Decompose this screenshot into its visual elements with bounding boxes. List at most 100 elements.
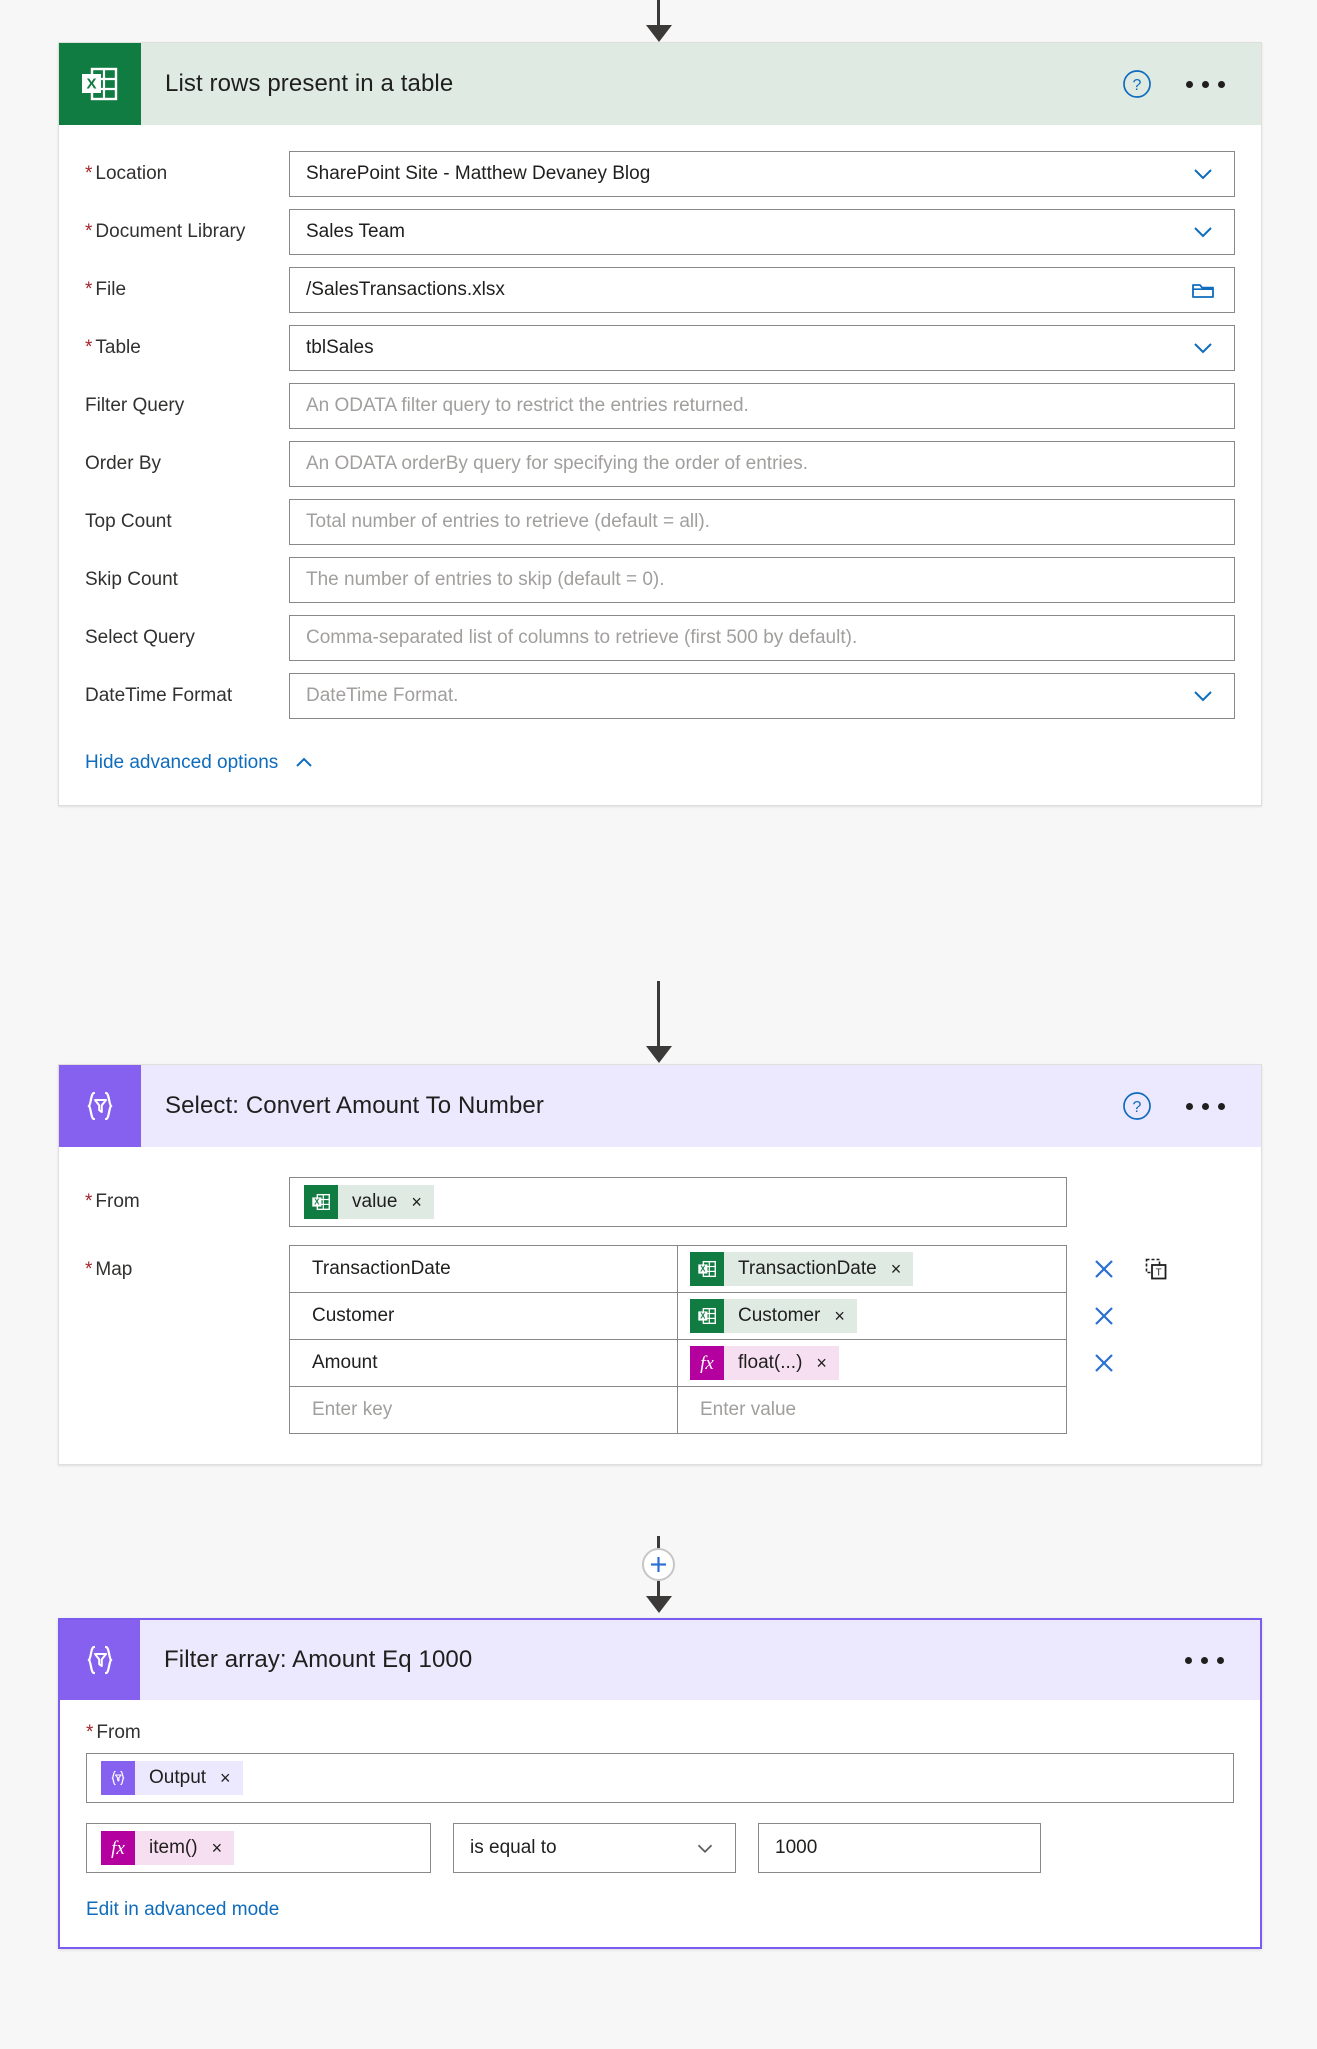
skip-count-input[interactable]: The number of entries to skip (default =…: [289, 557, 1235, 603]
more-options-icon[interactable]: [1186, 80, 1225, 88]
map-value-placeholder: Enter value: [700, 1399, 797, 1420]
map-row: Enter key Enter value: [290, 1387, 1066, 1434]
card-header[interactable]: Filter array: Amount Eq 1000: [60, 1620, 1260, 1700]
svg-text:X: X: [314, 1198, 320, 1207]
card-header[interactable]: Select: Convert Amount To Number ?: [59, 1065, 1261, 1147]
filter-query-input[interactable]: An ODATA filter query to restrict the en…: [289, 383, 1235, 429]
delete-x-icon[interactable]: [1091, 1256, 1117, 1282]
hide-advanced-options-link[interactable]: Hide advanced options: [59, 723, 1261, 805]
required-asterisk: *: [85, 1259, 93, 1280]
svg-text:X: X: [700, 1312, 706, 1321]
card-body: * From X value × * Map TransactionDate X…: [59, 1147, 1261, 1464]
form-row-table: * Table tblSales: [59, 321, 1261, 375]
token-body: value ×: [338, 1185, 434, 1219]
field-label-skip-count: Skip Count: [85, 569, 178, 590]
connector-top: [0, 0, 1317, 42]
map-value-input[interactable]: X TransactionDate ×: [678, 1246, 1066, 1292]
form-row-skip-count: Skip Count The number of entries to skip…: [59, 553, 1261, 607]
map-row-action-3: [1091, 1339, 1169, 1386]
folder-picker-icon[interactable]: [1188, 275, 1218, 305]
map-value-input[interactable]: fx float(...) ×: [678, 1340, 1066, 1386]
map-key-input[interactable]: Customer: [290, 1293, 678, 1339]
token-remove-icon[interactable]: ×: [891, 1260, 902, 1278]
arrow-down-icon: [645, 1595, 672, 1613]
order-by-input[interactable]: An ODATA orderBy query for specifying th…: [289, 441, 1235, 487]
order-by-placeholder: An ODATA orderBy query for specifying th…: [306, 453, 808, 474]
filter-from-input[interactable]: Output ×: [86, 1753, 1234, 1803]
field-label-select-query: Select Query: [85, 627, 195, 648]
map-key-text: TransactionDate: [312, 1258, 451, 1279]
token-remove-icon[interactable]: ×: [411, 1193, 422, 1211]
location-value: SharePoint Site - Matthew Devaney Blog: [306, 163, 651, 184]
map-value-input[interactable]: X Customer ×: [678, 1293, 1066, 1339]
card-header-actions: ?: [1122, 1091, 1261, 1121]
filter-left-operand-input[interactable]: fx item() ×: [86, 1823, 431, 1873]
excel-icon: X: [690, 1252, 724, 1286]
form-row-datetime-format: DateTime Format DateTime Format.: [59, 669, 1261, 723]
table-dropdown[interactable]: tblSales: [289, 325, 1235, 371]
token-float-expression[interactable]: fx float(...) ×: [690, 1346, 839, 1380]
map-key-input[interactable]: Amount: [290, 1340, 678, 1386]
token-item-expression[interactable]: fx item() ×: [101, 1831, 235, 1865]
top-count-input[interactable]: Total number of entries to retrieve (def…: [289, 499, 1235, 545]
delete-x-icon[interactable]: [1091, 1303, 1117, 1329]
excel-icon: X: [690, 1299, 724, 1333]
field-label-document-library: * Document Library: [85, 221, 246, 242]
map-key-input[interactable]: Enter key: [290, 1387, 678, 1433]
filter-value-input[interactable]: 1000: [758, 1823, 1041, 1873]
datetime-format-placeholder: DateTime Format.: [306, 685, 459, 706]
edit-in-advanced-mode-link[interactable]: Edit in advanced mode: [86, 1899, 279, 1921]
help-circle-icon[interactable]: ?: [1122, 1091, 1152, 1121]
add-step-plus-button[interactable]: [642, 1547, 675, 1581]
location-dropdown[interactable]: SharePoint Site - Matthew Devaney Blog: [289, 151, 1235, 197]
card-title: Filter array: Amount Eq 1000: [164, 1646, 473, 1673]
token-remove-icon[interactable]: ×: [220, 1769, 231, 1787]
svg-text:X: X: [700, 1265, 706, 1274]
form-row-select-query: Select Query Comma-separated list of col…: [59, 611, 1261, 665]
form-row-location: * Location SharePoint Site - Matthew Deva…: [59, 147, 1261, 201]
token-remove-icon[interactable]: ×: [816, 1354, 827, 1372]
more-options-icon[interactable]: [1186, 1102, 1225, 1110]
card-list-rows-present-in-a-table[interactable]: X List rows present in a table ? * Locat…: [58, 42, 1262, 806]
chevron-down-icon: [1194, 691, 1212, 702]
map-row-action-2: [1091, 1292, 1169, 1339]
map-key-input[interactable]: TransactionDate: [290, 1246, 678, 1292]
help-circle-icon[interactable]: ?: [1122, 69, 1152, 99]
chevron-up-icon: [296, 757, 313, 767]
delete-x-icon[interactable]: [1091, 1350, 1117, 1376]
required-asterisk: *: [85, 163, 93, 184]
token-output[interactable]: Output ×: [101, 1761, 243, 1795]
connector-line-top: [657, 1535, 660, 1548]
connector-line-bottom: [657, 1580, 660, 1597]
token-label: Output: [149, 1767, 207, 1788]
filter-operator-dropdown[interactable]: is equal to: [453, 1823, 736, 1873]
select-query-input[interactable]: Comma-separated list of columns to retri…: [289, 615, 1235, 661]
filter-condition-row: fx item() × is equal to 1000: [86, 1823, 1234, 1873]
document-library-dropdown[interactable]: Sales Team: [289, 209, 1235, 255]
from-input[interactable]: X value ×: [289, 1177, 1067, 1227]
token-remove-icon[interactable]: ×: [212, 1839, 223, 1857]
required-asterisk: *: [85, 279, 93, 300]
table-value: tblSales: [306, 337, 374, 358]
select-query-placeholder: Comma-separated list of columns to retri…: [306, 627, 858, 648]
field-label-datetime-format: DateTime Format: [85, 685, 233, 706]
card-filter-array-amount-eq-1000[interactable]: Filter array: Amount Eq 1000 * From Outp…: [58, 1618, 1262, 1949]
form-row-file: * File /SalesTransactions.xlsx: [59, 263, 1261, 317]
token-body: Customer ×: [724, 1299, 857, 1333]
datetime-format-dropdown[interactable]: DateTime Format.: [289, 673, 1235, 719]
token-remove-icon[interactable]: ×: [834, 1307, 845, 1325]
token-label: TransactionDate: [738, 1258, 877, 1279]
card-title: List rows present in a table: [165, 70, 454, 97]
hide-advanced-options-label: Hide advanced options: [85, 752, 279, 773]
card-header[interactable]: X List rows present in a table ?: [59, 43, 1261, 125]
token-customer[interactable]: X Customer ×: [690, 1299, 857, 1333]
map-value-input[interactable]: Enter value: [678, 1387, 1066, 1433]
token-value[interactable]: X value ×: [304, 1185, 434, 1219]
map-row: Customer X Customer ×: [290, 1293, 1066, 1340]
arrow-down-icon: [645, 25, 672, 42]
more-options-icon[interactable]: [1185, 1656, 1224, 1664]
file-input[interactable]: /SalesTransactions.xlsx: [289, 267, 1235, 313]
switch-to-text-mode-icon[interactable]: T: [1143, 1256, 1169, 1282]
card-select-convert-amount-to-number[interactable]: Select: Convert Amount To Number ? * From: [58, 1064, 1262, 1465]
token-transactiondate[interactable]: X TransactionDate ×: [690, 1252, 914, 1286]
